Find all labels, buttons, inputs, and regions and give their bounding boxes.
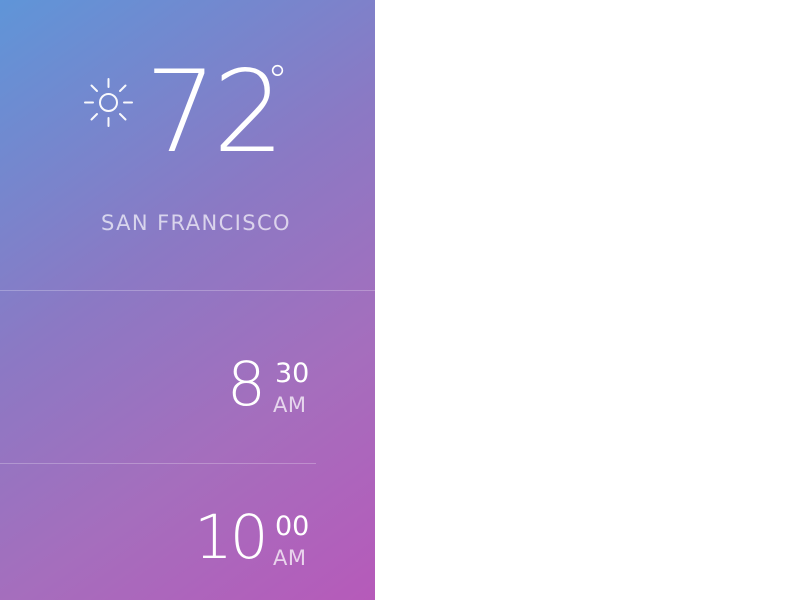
weather-divider bbox=[0, 290, 375, 291]
blank-canvas bbox=[375, 0, 800, 600]
weather-section: 72 ° SAN FRANCISCO bbox=[0, 0, 375, 291]
degree-symbol: ° bbox=[267, 56, 288, 105]
alarm-hour: 10 bbox=[194, 502, 269, 573]
alarm-time-830[interactable]: 8 30 AM bbox=[0, 350, 320, 420]
temperature-display: 72 ° bbox=[145, 52, 295, 172]
temperature-value: 72 bbox=[145, 46, 285, 178]
alarm-minute: 30 bbox=[275, 358, 310, 389]
alarm-minute: 00 bbox=[275, 511, 310, 542]
sun-icon bbox=[84, 78, 133, 127]
city-name: SAN FRANCISCO bbox=[101, 211, 291, 235]
alarm-time-1000[interactable]: 10 00 AM bbox=[0, 503, 320, 573]
alarm-hour: 8 bbox=[227, 349, 266, 420]
alarm-divider bbox=[0, 463, 316, 464]
alarm-period: AM bbox=[273, 546, 307, 570]
alarm-period: AM bbox=[273, 393, 307, 417]
weather-alarm-panel: 72 ° SAN FRANCISCO 8 30 AM 10 00 AM bbox=[0, 0, 375, 600]
